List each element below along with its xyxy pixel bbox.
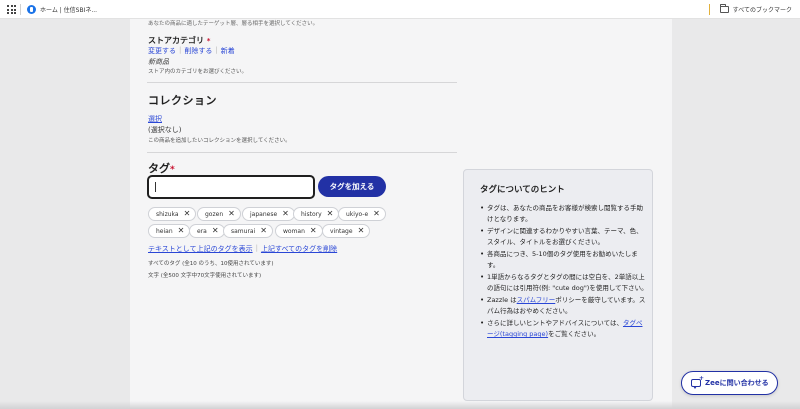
apps-grid-icon[interactable] [7,5,16,14]
bookmark-home[interactable]: ホーム | 住信SBIネ... [27,4,97,15]
tag-hints-panel: タグについてのヒント タグは、あなたの商品をお客様が検索し閲覧する手助けとなりま… [463,169,653,401]
hint-item: 各商品につき、5-10個のタグ使用をお勧めいたします。 [480,249,648,271]
section-divider [147,82,457,83]
chat-icon [691,375,704,389]
hints-list: タグは、あなたの商品をお客様が検索し閲覧する手助けとなります。 デザインに関連す… [480,203,648,341]
spam-free-link[interactable]: スパムフリー [517,296,556,304]
remove-tag-icon[interactable]: ✕ [228,210,235,218]
change-category-link[interactable]: 変更する [148,46,176,56]
hint-item: タグは、あなたの商品をお客様が検索し閲覧する手助けとなります。 [480,203,648,225]
tag-chip: samurai ✕ [223,224,273,238]
store-category-help: ストア内のカテゴリをお選びください。 [148,69,248,75]
store-category-links: 変更する | 削除する | 新着 [148,46,235,56]
tag-chip: woman ✕ [275,224,323,238]
all-bookmarks-link[interactable]: すべてのブックマーク [733,5,792,14]
tag-chip-label: japanese [250,210,278,218]
tag-chip: shizuka ✕ [148,207,197,221]
tags-title: タグ* [148,160,175,176]
product-form-page: あなたの商品に適したテーゲット層、層る相手を選択してください。 ストアカテゴリ … [130,19,672,409]
tag-chip: era ✕ [189,224,225,238]
tag-chip: ukiyo-e ✕ [338,207,386,221]
more-prefix: さらに詳しいヒントやアドバイスについては、 [487,319,623,327]
hint-item-spam: Zazzle はスパムフリーポリシーを厳守しています。スパム行為はおやめください… [480,295,648,317]
tag-chip-label: woman [283,227,305,235]
bookmarks-divider [20,4,21,15]
bookmarks-bar: ホーム | 住信SBIネ... すべてのブックマーク [0,0,800,19]
zee-contact-label: Zeeに問い合わせる [705,379,769,387]
tag-chip-label: shizuka [156,210,179,218]
bank-favicon-icon [27,5,36,14]
tag-chip-label: ukiyo-e [346,210,369,218]
collection-status: (選択なし) [148,126,182,134]
remove-tag-icon[interactable]: ✕ [373,210,380,218]
tag-chip-label: era [197,227,207,235]
tag-chip: vintage ✕ [322,224,371,238]
section-divider [147,152,457,153]
link-separator: | [255,244,258,252]
delete-all-tags-link[interactable]: 上記すべてのタグを削除 [261,244,337,254]
bookmarks-divider-right [708,4,710,15]
tag-chip: heian ✕ [148,224,191,238]
bottom-shadow [0,401,800,409]
remove-tag-icon[interactable]: ✕ [178,227,185,235]
hint-item: デザインに関連するわかりやすい言葉、テーマ、色、スタイル、タイトルをお選びくださ… [480,226,648,248]
bookmark-home-label: ホーム | 住信SBIネ... [40,7,98,14]
store-category-value: 新商品 [148,58,169,66]
remove-tag-icon[interactable]: ✕ [260,227,267,235]
tag-chip: gozen ✕ [197,207,241,221]
collection-title: コレクション [148,94,217,107]
tag-actions: テキストとして上記のタグを表示 | 上記すべてのタグを削除 [148,244,337,254]
zee-contact-button[interactable]: Zeeに問い合わせる [681,371,778,395]
tag-chip-label: gozen [205,210,224,218]
tag-chip-label: history [301,210,322,218]
spam-prefix: Zazzle は [487,296,517,304]
remove-tag-icon[interactable]: ✕ [310,227,317,235]
folder-icon [719,4,729,13]
hints-title: タグについてのヒント [480,185,565,195]
add-tag-button[interactable]: タグを加える [318,176,386,197]
select-collection-link[interactable]: 選択 [148,114,162,124]
show-tags-as-text-link[interactable]: テキストとして上記のタグを表示 [148,244,253,254]
link-separator: | [179,46,182,54]
remove-tag-icon[interactable]: ✕ [327,210,334,218]
char-count-text: 文字 (全500 文字中70文字使用されています) [148,273,262,279]
audience-help-text: あなたの商品に適したテーゲット層、層る相手を選択してください。 [148,21,319,27]
link-separator: | [215,46,218,54]
tag-chip-label: heian [156,227,173,235]
tag-count-text: すべてのタグ (全10 のうち、10使用されています) [148,261,274,267]
tag-chip-label: samurai [231,227,256,235]
required-mark: * [170,165,175,175]
remove-tag-icon[interactable]: ✕ [358,227,365,235]
tag-chip: japanese ✕ [242,207,295,221]
tag-input[interactable] [147,175,315,199]
required-mark: * [206,37,211,45]
store-category-title: ストアカテゴリ * [148,35,210,46]
more-suffix: をご覧ください。 [548,330,601,338]
store-category-title-text: ストアカテゴリ [148,36,204,45]
hint-item: 1単語からなるタグとタグの間には空白を、2単語以上の語句には引用符(例: "cu… [480,272,648,294]
tag-chip-label: vintage [330,227,353,235]
collection-help: この商品を追加したいコレクションを選択してください。 [148,138,291,144]
text-caret [155,182,156,192]
tags-title-text: タグ [148,162,170,175]
new-category-link[interactable]: 新着 [221,46,235,56]
remove-tag-icon[interactable]: ✕ [184,210,191,218]
remove-tag-icon[interactable]: ✕ [212,227,219,235]
hint-item-more: さらに詳しいヒントやアドバイスについては、タグページ(tagging page)… [480,318,648,340]
remove-tag-icon[interactable]: ✕ [282,210,289,218]
tag-chip: history ✕ [293,207,340,221]
delete-category-link[interactable]: 削除する [184,46,212,56]
